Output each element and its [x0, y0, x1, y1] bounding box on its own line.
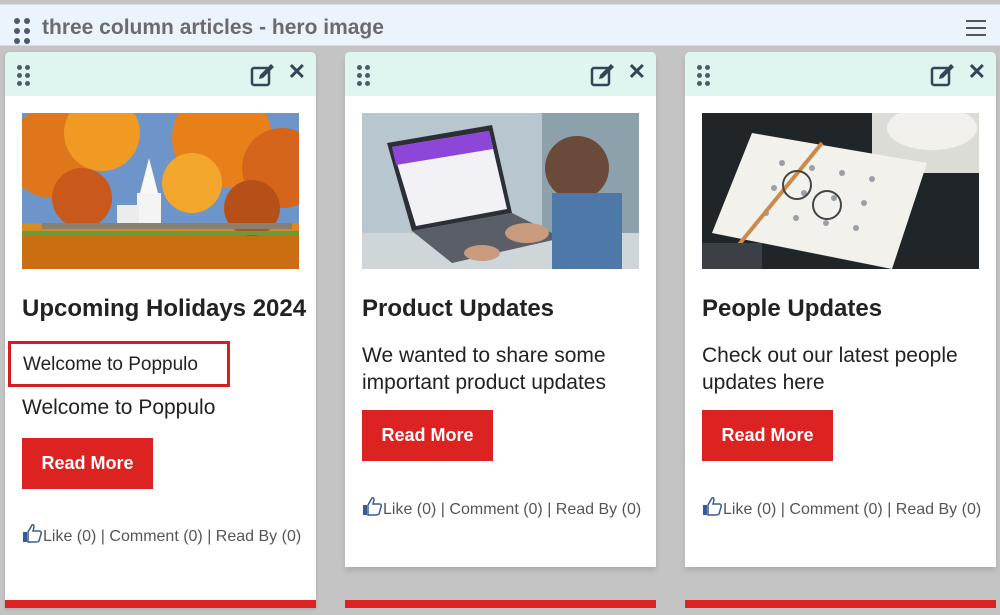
- social-actions: Like (0) | Comment (0) | Read By (0): [362, 497, 647, 519]
- card-accent-bar: [345, 600, 656, 608]
- card-accent-bar: [5, 600, 316, 608]
- article-title[interactable]: Product Updates: [362, 294, 647, 323]
- module-title: three column articles - hero image: [42, 16, 384, 39]
- article-card-1: ✕ Upcoming Holidays 2024 Welcome to Popp…: [5, 52, 316, 608]
- module-header: three column articles - hero image: [0, 4, 1000, 46]
- like-link[interactable]: Like (0): [383, 501, 436, 518]
- edit-icon[interactable]: [930, 63, 956, 87]
- calendar-laptop-image: [702, 113, 979, 269]
- article-card-2: ✕ Product Updates We wanted to share som…: [345, 52, 656, 567]
- social-counts[interactable]: | Comment (0) | Read By (0): [776, 501, 981, 518]
- article-description: Check out our latest people updates here: [702, 344, 958, 394]
- drag-handle-icon[interactable]: [357, 65, 370, 86]
- drag-handle-icon[interactable]: [14, 18, 30, 44]
- like-link[interactable]: Like (0): [723, 501, 776, 518]
- read-more-button[interactable]: Read More: [702, 410, 833, 461]
- autumn-church-image: [22, 113, 299, 269]
- drag-handle-icon[interactable]: [697, 65, 710, 86]
- social-actions: Like (0) | Comment (0) | Read By (0): [702, 497, 987, 519]
- thumbs-up-icon[interactable]: [22, 524, 42, 543]
- close-icon[interactable]: ✕: [628, 61, 646, 83]
- card-toolbar: ✕: [685, 52, 996, 96]
- card-toolbar: ✕: [5, 52, 316, 96]
- article-card-3: ✕ People Updates Check out our latest pe…: [685, 52, 996, 567]
- close-icon[interactable]: ✕: [968, 61, 986, 83]
- edit-icon[interactable]: [590, 63, 616, 87]
- read-more-button[interactable]: Read More: [362, 410, 493, 461]
- social-actions: Like (0) | Comment (0) | Read By (0): [22, 524, 307, 546]
- hamburger-menu-icon[interactable]: [966, 20, 986, 36]
- read-more-button[interactable]: Read More: [22, 438, 153, 489]
- social-counts[interactable]: | Comment (0) | Read By (0): [436, 501, 641, 518]
- article-title[interactable]: People Updates: [702, 294, 987, 323]
- selected-text-highlight[interactable]: Welcome to Poppulo: [8, 341, 230, 387]
- article-description: We wanted to share some important produc…: [362, 344, 606, 394]
- article-title[interactable]: Upcoming Holidays 2024: [22, 294, 307, 323]
- card-accent-bar: [685, 600, 996, 608]
- card-toolbar: ✕: [345, 52, 656, 96]
- social-counts[interactable]: | Comment (0) | Read By (0): [96, 528, 301, 545]
- drag-handle-icon[interactable]: [17, 65, 30, 86]
- laptop-user-image: [362, 113, 639, 269]
- close-icon[interactable]: ✕: [288, 61, 306, 83]
- thumbs-up-icon[interactable]: [702, 497, 722, 516]
- thumbs-up-icon[interactable]: [362, 497, 382, 516]
- article-description: Welcome to Poppulo: [22, 396, 216, 419]
- selected-text: Welcome to Poppulo: [23, 354, 198, 375]
- edit-icon[interactable]: [250, 63, 276, 87]
- like-link[interactable]: Like (0): [43, 528, 96, 545]
